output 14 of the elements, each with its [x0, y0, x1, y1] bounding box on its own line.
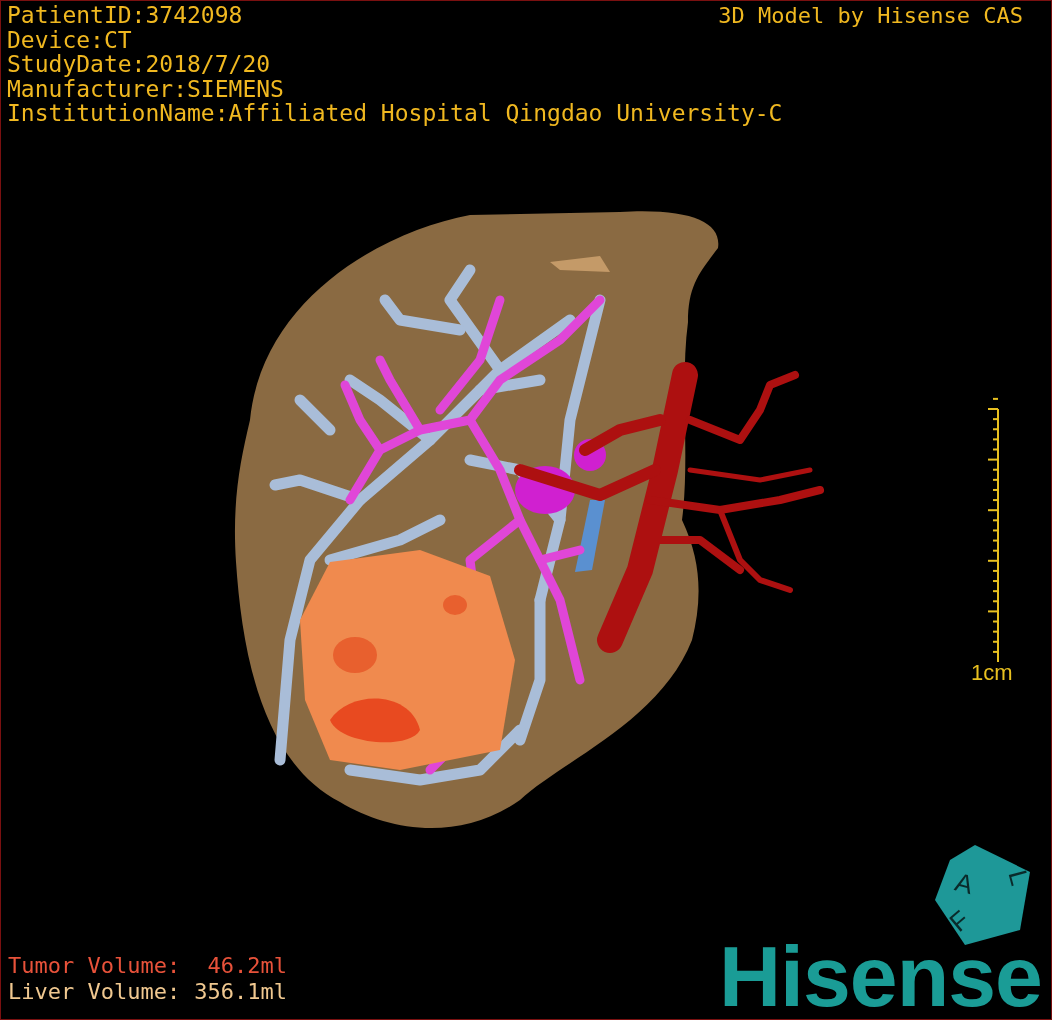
viewport-3d[interactable] [0, 0, 1052, 1020]
cube-letter: A [952, 866, 977, 901]
study-info-text: StudyDate:2018/7/20 [7, 52, 271, 77]
volume-label: Liver Volume: [8, 979, 181, 1005]
model-credit-text: 3D Model by Hisense CAS [718, 4, 1023, 28]
volume-value: 46.2ml [207, 953, 287, 979]
study-info-text: InstitutionName:Affiliated Hospital Qingdao University-C [7, 101, 783, 126]
study-info-text: PatientID:3742098 [7, 3, 243, 28]
cube-letter: L [1002, 866, 1036, 889]
scale-label: 1cm [971, 661, 1013, 685]
volume-value: 356.1ml [194, 979, 287, 1005]
volume-label: Tumor Volume: [8, 953, 181, 979]
study-info-text: Device:CT [7, 27, 132, 52]
study-info-text: Manufacturer:SIEMENS [7, 76, 284, 101]
